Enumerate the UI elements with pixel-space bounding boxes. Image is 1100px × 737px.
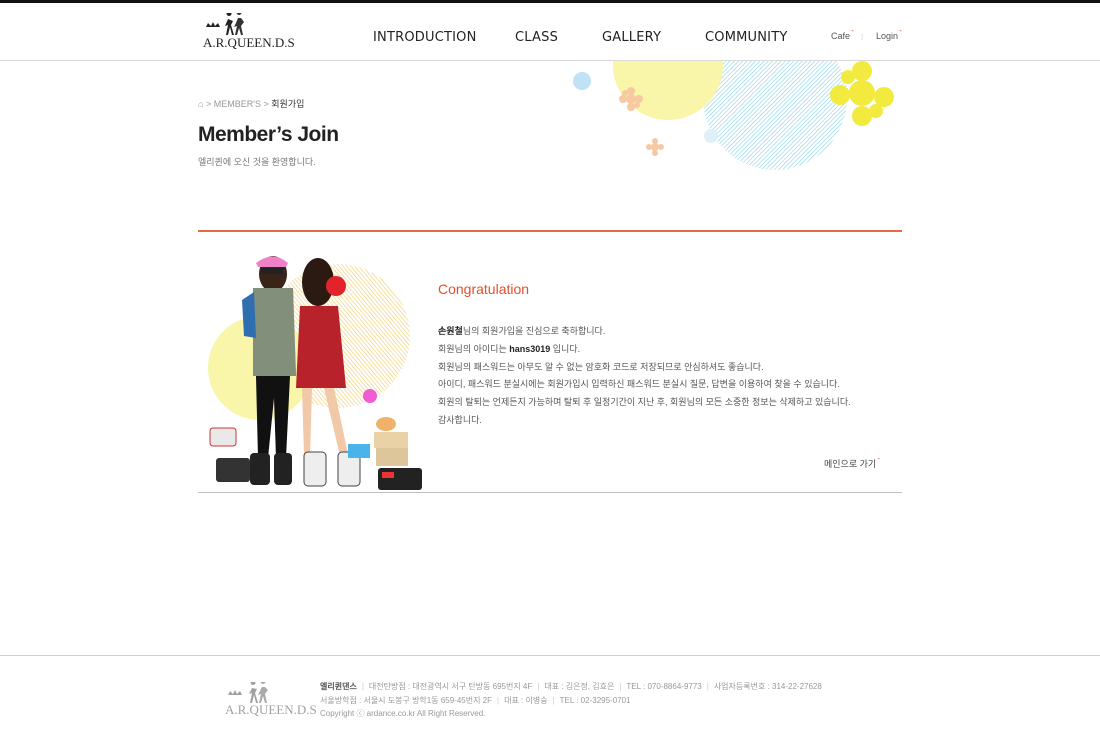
dancers-logo-icon <box>228 682 268 703</box>
branch2-address: 서울방학점 : 서울시 도봉구 방학1동 659-45번지 2F <box>320 695 493 705</box>
cafe-link[interactable]: Cafe˺ <box>831 29 854 41</box>
branch2-tel: TEL : 02-3295-0701 <box>559 695 631 705</box>
content-bottom-rule <box>198 492 902 493</box>
congratulation-heading: Congratulation <box>438 281 530 297</box>
message-line-2-pre: 회원님의 아이디는 <box>438 343 510 354</box>
message-line-2-post: 입니다. <box>550 343 581 354</box>
welcome-message: 손원철님의 회원가입을 진심으로 축하합니다. 회원님의 아이디는 hans30… <box>438 323 851 430</box>
content-top-rule <box>198 230 902 232</box>
chevron-right-icon: > <box>263 99 269 109</box>
arrow-icon: ˺ <box>851 29 854 38</box>
login-link[interactable]: Login˺ <box>876 29 902 41</box>
nav-introduction[interactable]: INTRODUCTION <box>373 30 477 45</box>
go-main-link[interactable]: 메인으로 가기˺ <box>824 457 880 470</box>
chevron-right-icon: > <box>205 99 212 109</box>
message-line-6: 감사합니다. <box>438 414 482 425</box>
util-divider: ⁞ <box>861 33 864 42</box>
page-subtitle: 엘리퀸에 오신 것을 환영합니다. <box>198 157 316 167</box>
separator: | <box>552 695 555 705</box>
footer-line-1: 엘리퀸댄스 | 대전탄방점 : 대전광역시 서구 탄방동 695번지 4F | 대표 :… <box>320 680 822 694</box>
message-line-2: 회원님의 아이디는 hans3019 입니다. <box>438 341 851 359</box>
message-line-5: 회원의 탈퇴는 언제든지 가능하며 탈퇴 후 일정기간이 지난 후, 회원님의 … <box>438 397 851 408</box>
branch1-tel: TEL : 070-8864-9773 <box>626 682 702 691</box>
site-footer: A.R.QUEEN.D.S 엘리퀸댄스 | 대전탄방점 : 대전광역시 서구 탄방동… <box>0 655 1100 737</box>
dancers-illustration <box>198 248 424 492</box>
separator: | <box>619 682 622 691</box>
cafe-label: Cafe <box>831 31 851 41</box>
login-label: Login <box>876 31 899 41</box>
dancers-logo-icon <box>206 13 244 35</box>
separator: | <box>537 682 540 691</box>
branch1-address: 대전탄방점 : 대전광역시 서구 탄방동 695번지 4F <box>368 682 533 691</box>
footer-logo: A.R.QUEEN.D.S <box>225 682 317 720</box>
page-title: Member’s Join <box>198 123 339 146</box>
breadcrumb: ⌂ > MEMBER'S > 회원가입 <box>198 97 304 110</box>
site-header: A.R.QUEEN.D.S INTRODUCTION CLASS GALLERY… <box>0 3 1100 61</box>
separator: | <box>706 682 709 691</box>
arrow-icon: ˺ <box>899 29 902 38</box>
nav-class[interactable]: CLASS <box>515 30 558 45</box>
footer-logo-text: A.R.QUEEN.D.S <box>225 702 317 717</box>
logo-text: A.R.QUEEN.D.S <box>203 35 295 50</box>
branch1-rep: 대표 : 김은정, 김효은 <box>544 682 615 691</box>
member-name: 손원철 <box>438 326 463 336</box>
separator: | <box>361 682 364 691</box>
site-logo[interactable]: A.R.QUEEN.D.S <box>203 13 295 53</box>
breadcrumb-current: 회원가입 <box>271 99 305 109</box>
home-icon[interactable]: ⌂ <box>198 99 203 109</box>
nav-gallery[interactable]: GALLERY <box>602 30 661 45</box>
arrow-icon: ˺ <box>877 457 880 466</box>
breadcrumb-section[interactable]: MEMBER'S <box>214 99 261 109</box>
message-line-1: 손원철님의 회원가입을 진심으로 축하합니다. <box>438 323 851 341</box>
go-main-label: 메인으로 가기 <box>824 459 877 469</box>
business-number: 사업자등록번호 : 314-22-27628 <box>713 682 822 691</box>
message-line-3: 회원님의 패스워드는 아무도 알 수 없는 암호화 코드로 저장되므로 안심하셔… <box>438 361 764 372</box>
nav-community[interactable]: COMMUNITY <box>705 30 788 45</box>
branch2-rep: 대표 : 이병숭 <box>504 695 548 705</box>
message-line-1-text: 님의 회원가입을 진심으로 축하합니다. <box>462 326 606 336</box>
footer-line-2: 서울방학점 : 서울시 도봉구 방학1동 659-45번지 2F | 대표 : 이병… <box>320 694 822 708</box>
separator: | <box>497 695 500 705</box>
message-line-4: 아이디, 패스워드 분실시에는 회원가입시 입력하신 패스워드 분실시 질문, … <box>438 379 840 390</box>
copyright: Copyright ⓒ ardance.co.kr All Right Rese… <box>320 709 486 718</box>
decorative-bubbles <box>560 61 905 176</box>
company-name: 엘리퀸댄스 <box>320 682 357 691</box>
member-id: hans3019 <box>509 343 551 354</box>
footer-info: 엘리퀸댄스 | 대전탄방점 : 대전광역시 서구 탄방동 695번지 4F | 대표 :… <box>320 680 822 721</box>
